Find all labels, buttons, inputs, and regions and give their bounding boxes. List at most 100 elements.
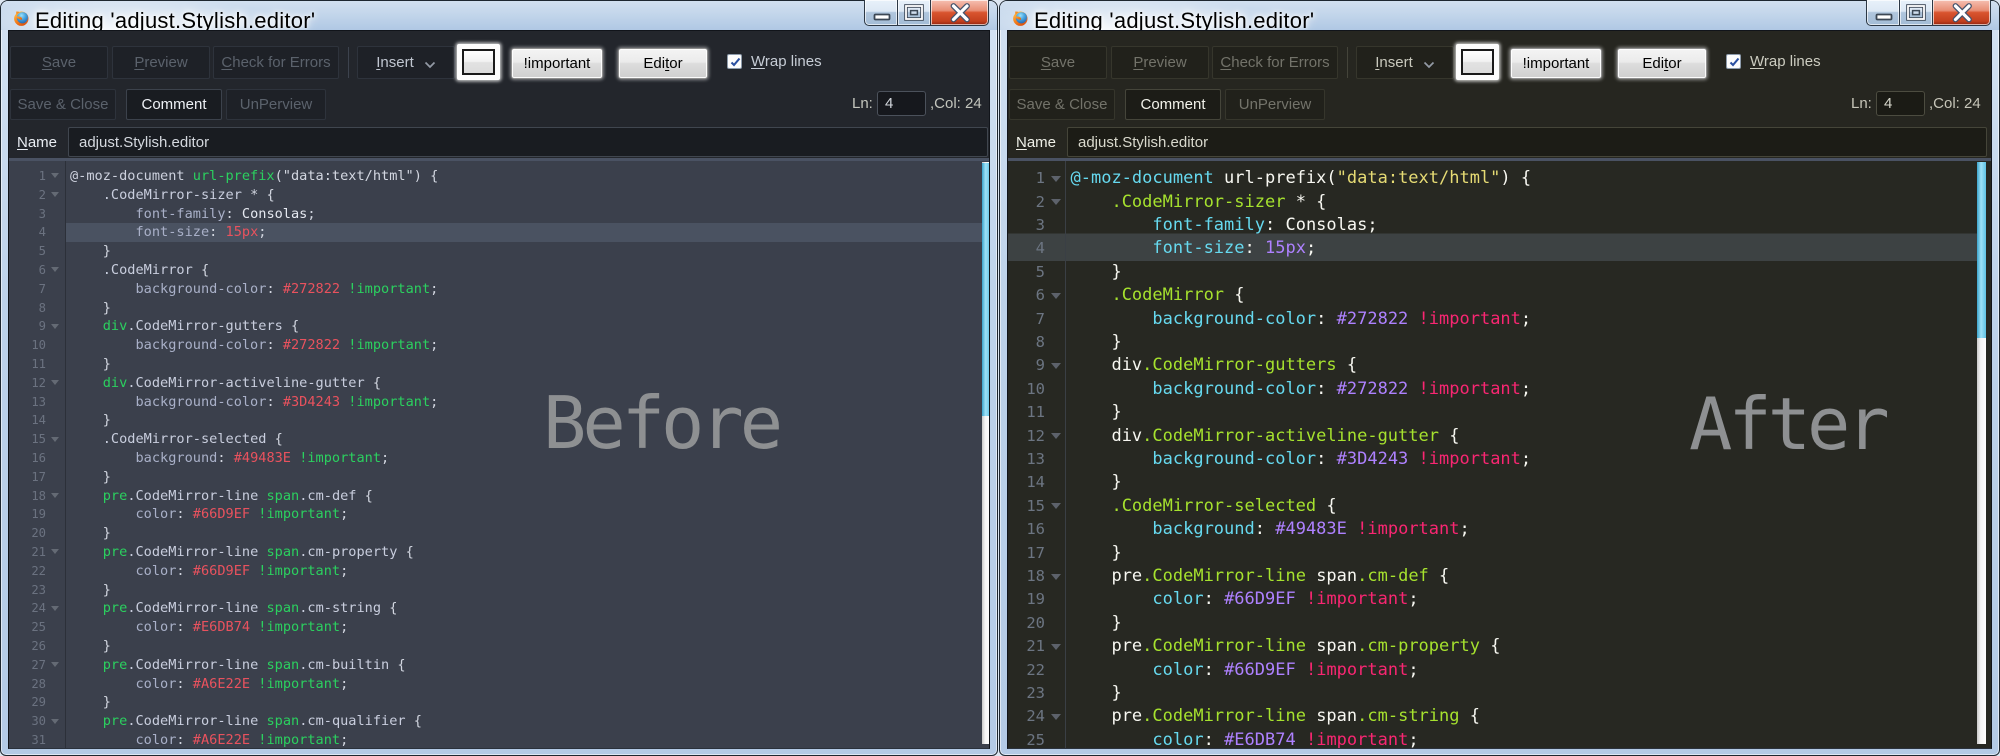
code-line-5: } — [1070, 261, 1122, 282]
window-controls — [864, 0, 989, 26]
firefox-icon — [1011, 9, 1030, 28]
check-for-errors-button[interactable]: Check for Errors — [213, 46, 339, 79]
save-and-close-button[interactable]: Save & Close — [1009, 89, 1115, 120]
gutter-line-20: 20 — [1026, 613, 1045, 632]
preview-button[interactable]: Preview — [1111, 46, 1209, 79]
color-swatch-button[interactable] — [457, 44, 500, 80]
check-for-errors-button[interactable]: Check for Errors — [1212, 46, 1338, 79]
close-button[interactable] — [1932, 0, 1991, 26]
gutter-line-20: 20 — [31, 526, 46, 541]
editor-button[interactable]: Editor — [618, 48, 708, 79]
window-content: Save Preview Check for Errors Insert !import… — [8, 30, 990, 749]
minimize-button[interactable] — [864, 0, 898, 26]
name-label: Name — [1016, 134, 1057, 151]
fold-arrow-icon[interactable] — [51, 492, 59, 498]
fold-arrow-icon[interactable] — [1051, 713, 1061, 720]
fold-arrow-icon[interactable] — [1051, 199, 1061, 206]
fold-arrow-icon[interactable] — [51, 605, 59, 611]
close-button[interactable] — [930, 0, 989, 26]
code-line-29: } — [70, 694, 111, 711]
save-and-close-button[interactable]: Save & Close — [10, 89, 116, 120]
editor-vertical-scrollbar[interactable] — [1977, 162, 1986, 744]
scrollbar-thumb[interactable] — [982, 163, 989, 416]
fold-arrow-icon[interactable] — [1051, 292, 1061, 299]
maximize-button[interactable] — [898, 0, 930, 26]
gutter-line-1: 1 — [9, 167, 65, 186]
toolbar-separator — [1347, 47, 1348, 78]
gutter-line-25: 25 — [1026, 730, 1045, 748]
wrap-lines-checkbox[interactable] — [1726, 54, 1741, 69]
code-line-13: background-color: #3D4243 !important; — [135, 393, 439, 410]
scrollbar-thumb[interactable] — [1977, 162, 1986, 338]
preview-button[interactable]: Preview — [112, 46, 210, 79]
color-swatch-button[interactable] — [1456, 44, 1499, 80]
unpreview-button[interactable]: UnPerview — [1225, 89, 1325, 120]
code-editor[interactable]: 1 2 3 4 5 6 7 8 9 10 11 12 13 14 15 16 17 18 19 20 21 22 23 24 2… — [1008, 161, 1991, 748]
check-for-errors-button-label: Check for Errors — [1220, 54, 1330, 71]
code-line-17: } — [1070, 542, 1122, 563]
fold-arrow-icon[interactable] — [51, 380, 59, 386]
gutter-line-24: 24 — [9, 599, 65, 618]
comment-button[interactable]: Comment — [1125, 89, 1221, 120]
app-window-after: Editing 'adjust.Stylish.editor' Save Previ… — [999, 0, 2000, 756]
code-line-7: background-color: #272822 !important; — [1152, 308, 1532, 329]
fold-arrow-icon[interactable] — [51, 323, 59, 329]
fold-arrow-icon[interactable] — [51, 718, 59, 724]
fold-arrow-icon[interactable] — [51, 192, 59, 198]
code-editor[interactable]: 1 2 3 4 5 6 7 8 9 10 11 12 13 14 15 16 17 18 19 20 21 22 23 24 2… — [9, 161, 989, 748]
important-button[interactable]: !important — [511, 48, 603, 79]
app-window-before: Editing 'adjust.Stylish.editor' Save Previ… — [0, 0, 998, 756]
line-number-input[interactable]: 4 — [1876, 91, 1925, 116]
maximize-button[interactable] — [1900, 0, 1932, 26]
line-number-input[interactable]: 4 — [877, 91, 926, 116]
save-button[interactable]: Save — [1009, 46, 1107, 79]
insert-dropdown[interactable]: Insert — [1356, 46, 1454, 79]
unpreview-button-label: UnPerview — [1238, 96, 1312, 113]
fold-arrow-icon[interactable] — [51, 267, 59, 273]
editor-button[interactable]: Editor — [1617, 48, 1707, 79]
fold-arrow-icon[interactable] — [51, 662, 59, 668]
code-line-18: pre.CodeMirror-line span.cm-def { — [1111, 565, 1450, 586]
important-button[interactable]: !important — [1510, 48, 1602, 79]
watermark-before: Before — [543, 381, 783, 465]
editor-code[interactable]: @-moz-document url-prefix("data:text/htm… — [65, 167, 982, 748]
fold-arrow-icon[interactable] — [51, 436, 59, 442]
fold-arrow-icon[interactable] — [1051, 433, 1061, 440]
fold-arrow-icon[interactable] — [1051, 573, 1061, 580]
wrap-lines-checkbox[interactable] — [727, 54, 742, 69]
gutter-line-27: 27 — [9, 656, 65, 675]
line-label: Ln: — [1851, 95, 1872, 112]
minimize-button[interactable] — [1866, 0, 1900, 26]
editor-vertical-scrollbar[interactable] — [982, 162, 989, 744]
insert-dropdown[interactable]: Insert — [357, 46, 455, 79]
close-x-icon — [950, 3, 970, 23]
gutter-line-12: 12 — [1008, 425, 1065, 448]
titlebar[interactable]: Editing 'adjust.Stylish.editor' — [1000, 1, 1999, 33]
name-input[interactable]: adjust.Stylish.editor — [1067, 127, 1987, 157]
column-label: ,Col: 24 — [1929, 95, 1981, 112]
gutter-line-14: 14 — [31, 413, 46, 428]
name-input[interactable]: adjust.Stylish.editor — [68, 127, 988, 157]
chevron-down-icon — [1423, 61, 1434, 68]
fold-arrow-icon[interactable] — [51, 173, 59, 179]
fold-arrow-icon[interactable] — [1051, 503, 1061, 510]
gutter-line-13: 13 — [31, 394, 46, 409]
gutter-line-19: 19 — [31, 507, 46, 522]
fold-arrow-icon[interactable] — [1051, 175, 1061, 182]
fold-arrow-icon[interactable] — [1051, 363, 1061, 370]
fold-arrow-icon[interactable] — [51, 549, 59, 555]
unpreview-button[interactable]: UnPerview — [226, 89, 326, 120]
comment-button[interactable]: Comment — [126, 89, 222, 120]
gutter-line-8: 8 — [38, 300, 46, 315]
save-button[interactable]: Save — [10, 46, 108, 79]
code-line-2: .CodeMirror-sizer * { — [1111, 191, 1327, 212]
gutter-line-6: 6 — [1008, 284, 1065, 307]
window-content: Save Preview Check for Errors Insert !import… — [1007, 30, 1992, 749]
checkmark-icon — [730, 57, 741, 67]
code-line-10: background-color: #272822 !important; — [135, 337, 439, 354]
fold-arrow-icon[interactable] — [1051, 643, 1061, 650]
maximize-icon — [1906, 4, 1926, 21]
firefox-logo-icon — [14, 11, 29, 26]
gutter-line-11: 11 — [31, 356, 46, 371]
titlebar[interactable]: Editing 'adjust.Stylish.editor' — [1, 1, 997, 33]
